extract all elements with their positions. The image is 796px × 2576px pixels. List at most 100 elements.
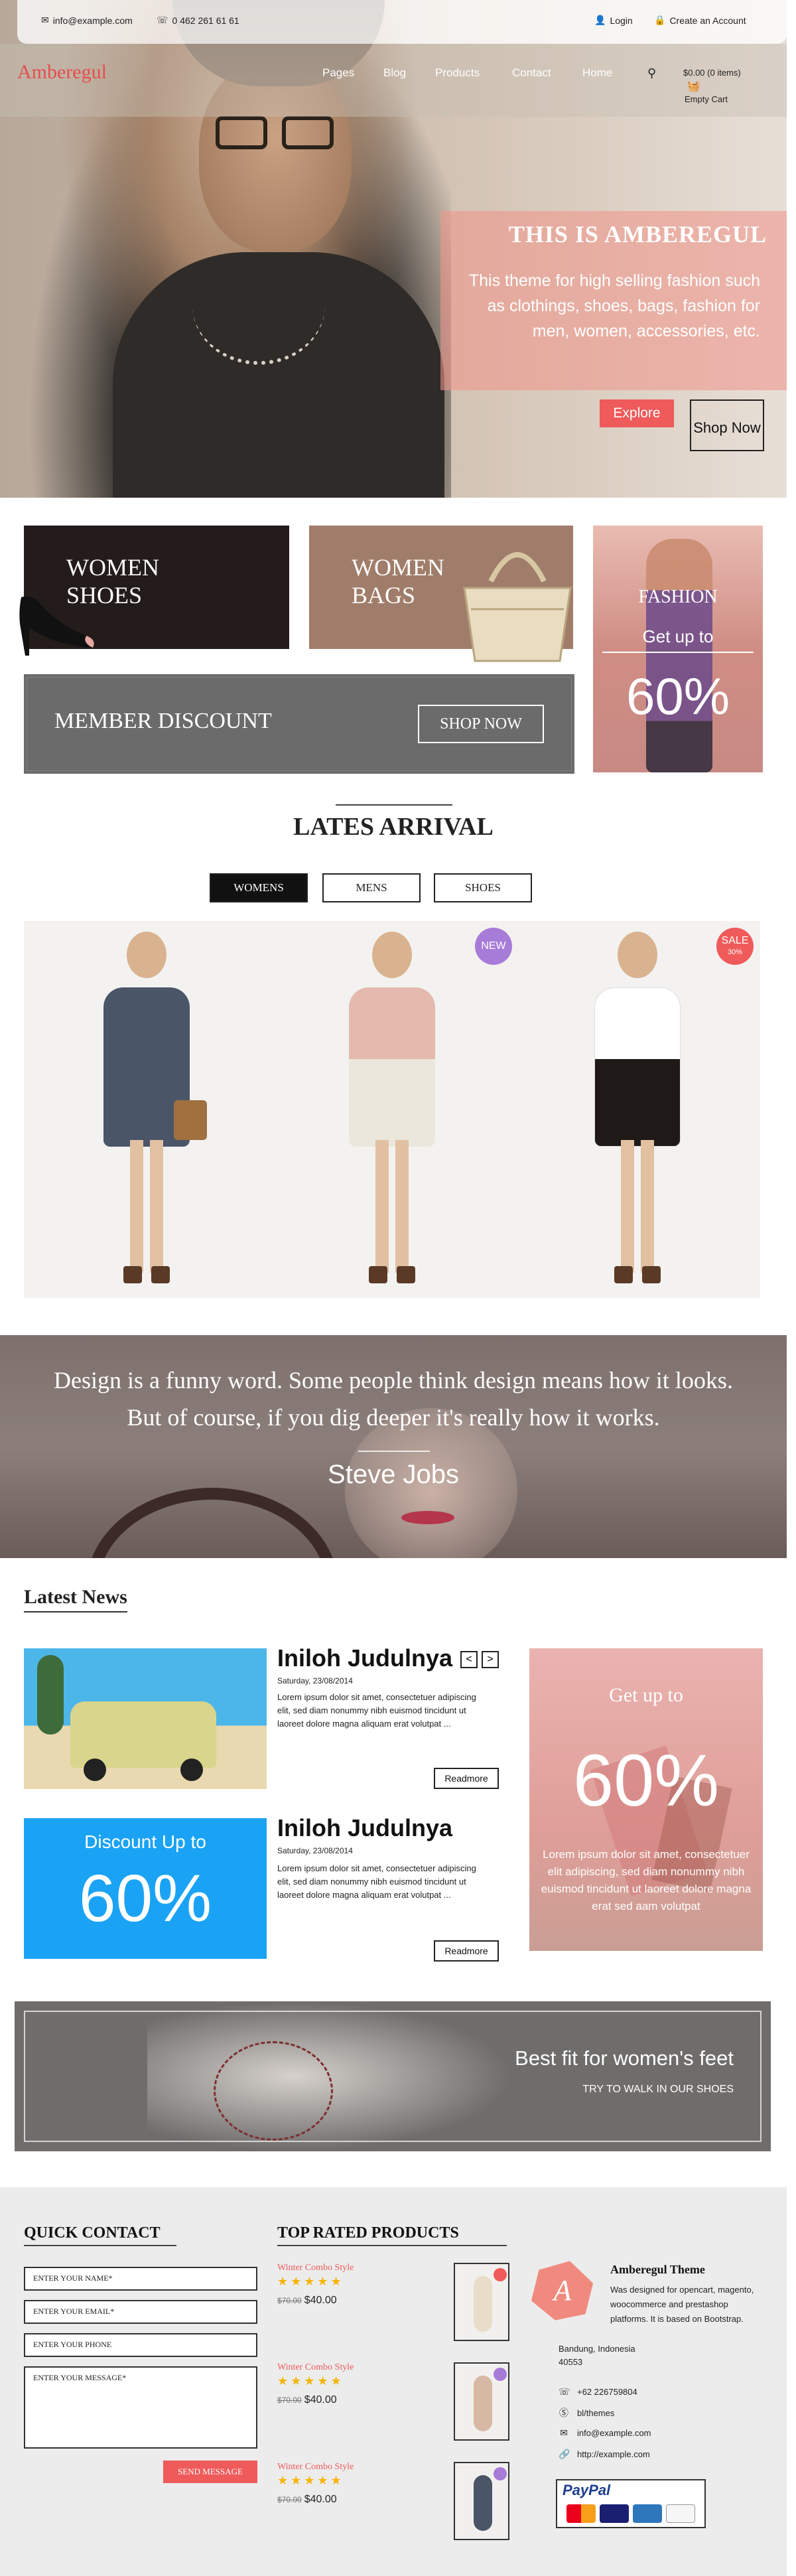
member-discount-title: MEMBER DISCOUNT (54, 709, 272, 733)
product-model-head (127, 932, 166, 978)
address-line-1: Bandung, Indonesia (559, 2344, 635, 2354)
rated-product-thumb-2[interactable] (454, 2362, 509, 2441)
chevron-right-icon: > (487, 1654, 494, 1665)
fashion-promo-banner[interactable]: FASHION Get up to 60% (593, 526, 763, 772)
create-account-label: Create an Account (669, 15, 746, 26)
product-figure (474, 2475, 492, 2531)
hero-model-necklace (192, 246, 325, 365)
footer-email[interactable]: ✉ info@example.com (559, 2427, 651, 2439)
rated-product-thumb-3[interactable] (454, 2462, 509, 2540)
rated-product-name-2[interactable]: Winter Combo Style (277, 2362, 354, 2373)
member-shop-now-button[interactable]: SHOP NOW (418, 705, 544, 743)
nav-pages[interactable]: Pages (322, 66, 354, 80)
news-heading-2[interactable]: Iniloh Judulnya (277, 1814, 452, 1842)
new-mini-badge (494, 2467, 507, 2480)
best-fit-banner[interactable]: Best fit for women's feet TRY TO WALK IN… (15, 2001, 771, 2151)
best-fit-title: Best fit for women's feet (515, 2046, 734, 2070)
tab-shoes[interactable]: SHOES (434, 873, 532, 902)
rated-product-thumb-1[interactable] (454, 2263, 509, 2341)
footer-brand-name: Amberegul Theme (610, 2263, 705, 2276)
readmore-button-2[interactable]: Readmore (434, 1940, 499, 1962)
paypal-logo: PayPal (563, 2482, 611, 2498)
news-text-1: Lorem ipsum dolor sit amet, consectetuer… (277, 1692, 476, 1729)
phone-icon: ☏ (157, 15, 168, 25)
news-date-2: Saturday, 23/08/2014 (277, 1846, 353, 1855)
footer-phone[interactable]: ☏ +62 226759804 (559, 2386, 637, 2397)
footer-skype[interactable]: Ⓢbl/themes (559, 2406, 614, 2419)
product-model-shoe (614, 1266, 633, 1283)
search-icon[interactable]: ⚲ (647, 66, 656, 80)
product-card-white-top[interactable]: SALE 30% (515, 921, 760, 1298)
quote-divider (358, 1451, 430, 1452)
send-message-button[interactable]: SEND MESSAGE (163, 2461, 257, 2483)
tab-womens[interactable]: WOMENS (210, 873, 308, 902)
nav-blog[interactable]: Blog (383, 66, 406, 80)
news-date-1: Saturday, 23/08/2014 (277, 1676, 353, 1685)
product-model-shoe (397, 1266, 415, 1283)
arrival-title: LATES ARRIVAL (293, 813, 494, 841)
current-price: $40.00 (304, 2295, 337, 2306)
handbag-image (451, 535, 584, 666)
old-price: $70.00 (277, 2296, 302, 2305)
phone-field[interactable]: ENTER YOUR PHONE (24, 2333, 257, 2357)
sale-badge-percent: 30% (727, 948, 743, 956)
user-icon: 👤 (594, 15, 606, 25)
top-rated-products-title: TOP RATED PRODUCTS (277, 2224, 507, 2246)
product-card-denim-dress[interactable] (24, 921, 269, 1298)
hero-description: This theme for high selling fashion such… (468, 271, 760, 340)
product-model-head (618, 932, 657, 978)
nav-contact[interactable]: Contact (512, 66, 551, 80)
current-price: $40.00 (304, 2394, 337, 2405)
shop-now-button[interactable]: Shop Now (690, 399, 764, 451)
discount-tile[interactable]: Discount Up to 60% (24, 1818, 267, 1959)
topbar-phone[interactable]: ☏ 0 462 261 61 61 (157, 15, 239, 26)
name-field[interactable]: ENTER YOUR NAME* (24, 2267, 257, 2291)
explore-button[interactable]: Explore (600, 399, 674, 427)
fashion-divider (602, 652, 754, 653)
high-heel-shoe-image (13, 584, 100, 662)
news-image-van[interactable] (24, 1648, 267, 1789)
message-field[interactable]: ENTER YOUR MESSAGE* (24, 2366, 257, 2449)
topbar-phone-text: 0 462 261 61 61 (172, 15, 239, 26)
sale-badge: SALE 30% (716, 928, 754, 965)
news-prev-button[interactable]: < (460, 1651, 478, 1668)
member-discount-banner: MEMBER DISCOUNT SHOP NOW (24, 674, 574, 774)
old-price: $70.00 (277, 2396, 302, 2405)
product-model-outfit (594, 987, 681, 1147)
news-next-button[interactable]: > (482, 1651, 499, 1668)
readmore-button-1[interactable]: Readmore (434, 1768, 499, 1789)
news-heading-1[interactable]: Iniloh Judulnya (277, 1644, 452, 1672)
footer-email-text: info@example.com (577, 2428, 651, 2438)
tab-mens[interactable]: MENS (322, 873, 421, 902)
login-label: Login (610, 15, 633, 26)
rated-product-price-3: $70.00 $40.00 (277, 2494, 337, 2506)
topbar-email[interactable]: ✉ info@example.com (41, 15, 133, 26)
product-model-outfit (349, 987, 435, 1147)
news-promo-banner[interactable]: Get up to 60% Lorem ipsum dolor sit amet… (529, 1648, 763, 1951)
chevron-left-icon: < (466, 1654, 472, 1665)
create-account-link[interactable]: 🔒 Create an Account (654, 15, 746, 26)
fashion-title: FASHION (638, 587, 718, 607)
promo-text: Lorem ipsum dolor sit amet, consectetuer… (541, 1848, 752, 1912)
current-price: $40.00 (304, 2494, 337, 2505)
promo-title: Get up to (609, 1684, 683, 1706)
rated-product-name-1[interactable]: Winter Combo Style (277, 2263, 354, 2273)
svg-text:A: A (552, 2274, 572, 2307)
address-line-2: 40553 (559, 2357, 583, 2367)
main-navbar: Amberegul Pages Blog Products Contact Ho… (0, 44, 787, 117)
promo-percent: 60% (572, 1740, 720, 1822)
nav-home[interactable]: Home (582, 66, 612, 80)
login-link[interactable]: 👤 Login (594, 15, 633, 26)
basket-icon[interactable]: 🧺 (687, 80, 700, 93)
quote-background-bag-strap (86, 1488, 338, 1558)
site-logo[interactable]: Amberegul (17, 61, 107, 84)
rated-product-name-3[interactable]: Winter Combo Style (277, 2462, 354, 2472)
footer-website[interactable]: 🔗 http://example.com (559, 2449, 650, 2460)
cart-total[interactable]: $0.00 (0 items) (683, 68, 741, 78)
rated-product-stars-2: ★★★★★ (277, 2374, 344, 2388)
rated-product-price-1: $70.00 $40.00 (277, 2295, 337, 2307)
nav-products[interactable]: Products (435, 66, 480, 80)
sale-badge-label: SALE (721, 935, 749, 946)
email-field[interactable]: ENTER YOUR EMAIL* (24, 2300, 257, 2324)
product-card-blouse-skirt[interactable]: NEW (269, 921, 515, 1298)
